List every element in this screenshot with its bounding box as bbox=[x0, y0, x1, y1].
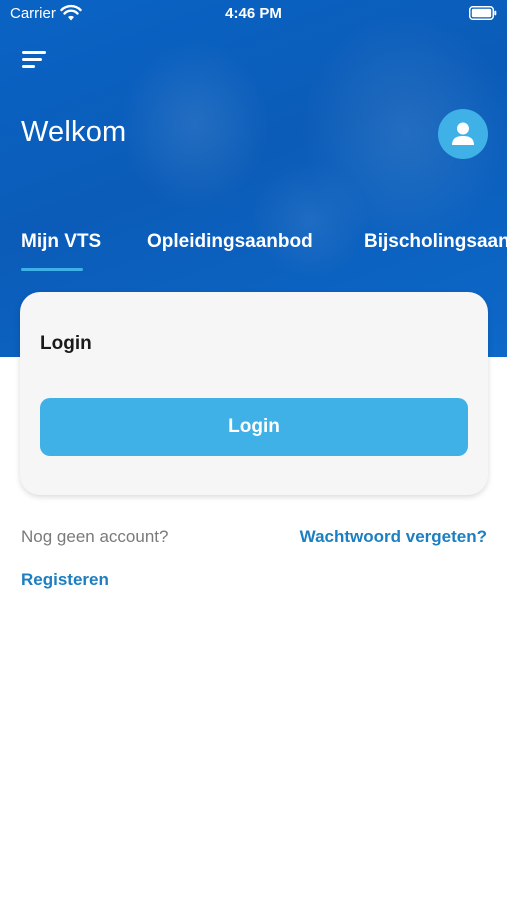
clock: 4:46 PM bbox=[225, 5, 282, 22]
menu-icon bbox=[22, 51, 46, 54]
forgot-password-link[interactable]: Wachtwoord vergeten? bbox=[300, 527, 487, 547]
page-title: Welkom bbox=[21, 116, 127, 148]
menu-icon bbox=[22, 65, 35, 68]
menu-icon bbox=[22, 58, 42, 61]
status-bar: Carrier 4:46 PM bbox=[0, 0, 507, 28]
login-card: Login Login bbox=[20, 292, 488, 495]
tab-bijscholingsaanbod[interactable]: Bijscholingsaanbod bbox=[364, 231, 507, 253]
profile-button[interactable] bbox=[438, 109, 488, 159]
active-tab-indicator bbox=[21, 268, 83, 271]
tab-opleidingsaanbod[interactable]: Opleidingsaanbod bbox=[147, 231, 313, 253]
menu-button[interactable] bbox=[20, 48, 50, 72]
user-icon bbox=[452, 122, 474, 145]
background-photo-overlay bbox=[120, 40, 270, 210]
no-account-text: Nog geen account? bbox=[21, 527, 169, 546]
tab-mijn-vts[interactable]: Mijn VTS bbox=[21, 231, 101, 253]
register-link[interactable]: Registeren bbox=[21, 570, 109, 590]
tab-bar: Mijn VTS Opleidingsaanbod Bijscholingsaa… bbox=[21, 231, 507, 275]
login-card-title: Login bbox=[40, 333, 92, 354]
login-button[interactable]: Login bbox=[40, 398, 468, 456]
battery-icon bbox=[469, 6, 497, 20]
